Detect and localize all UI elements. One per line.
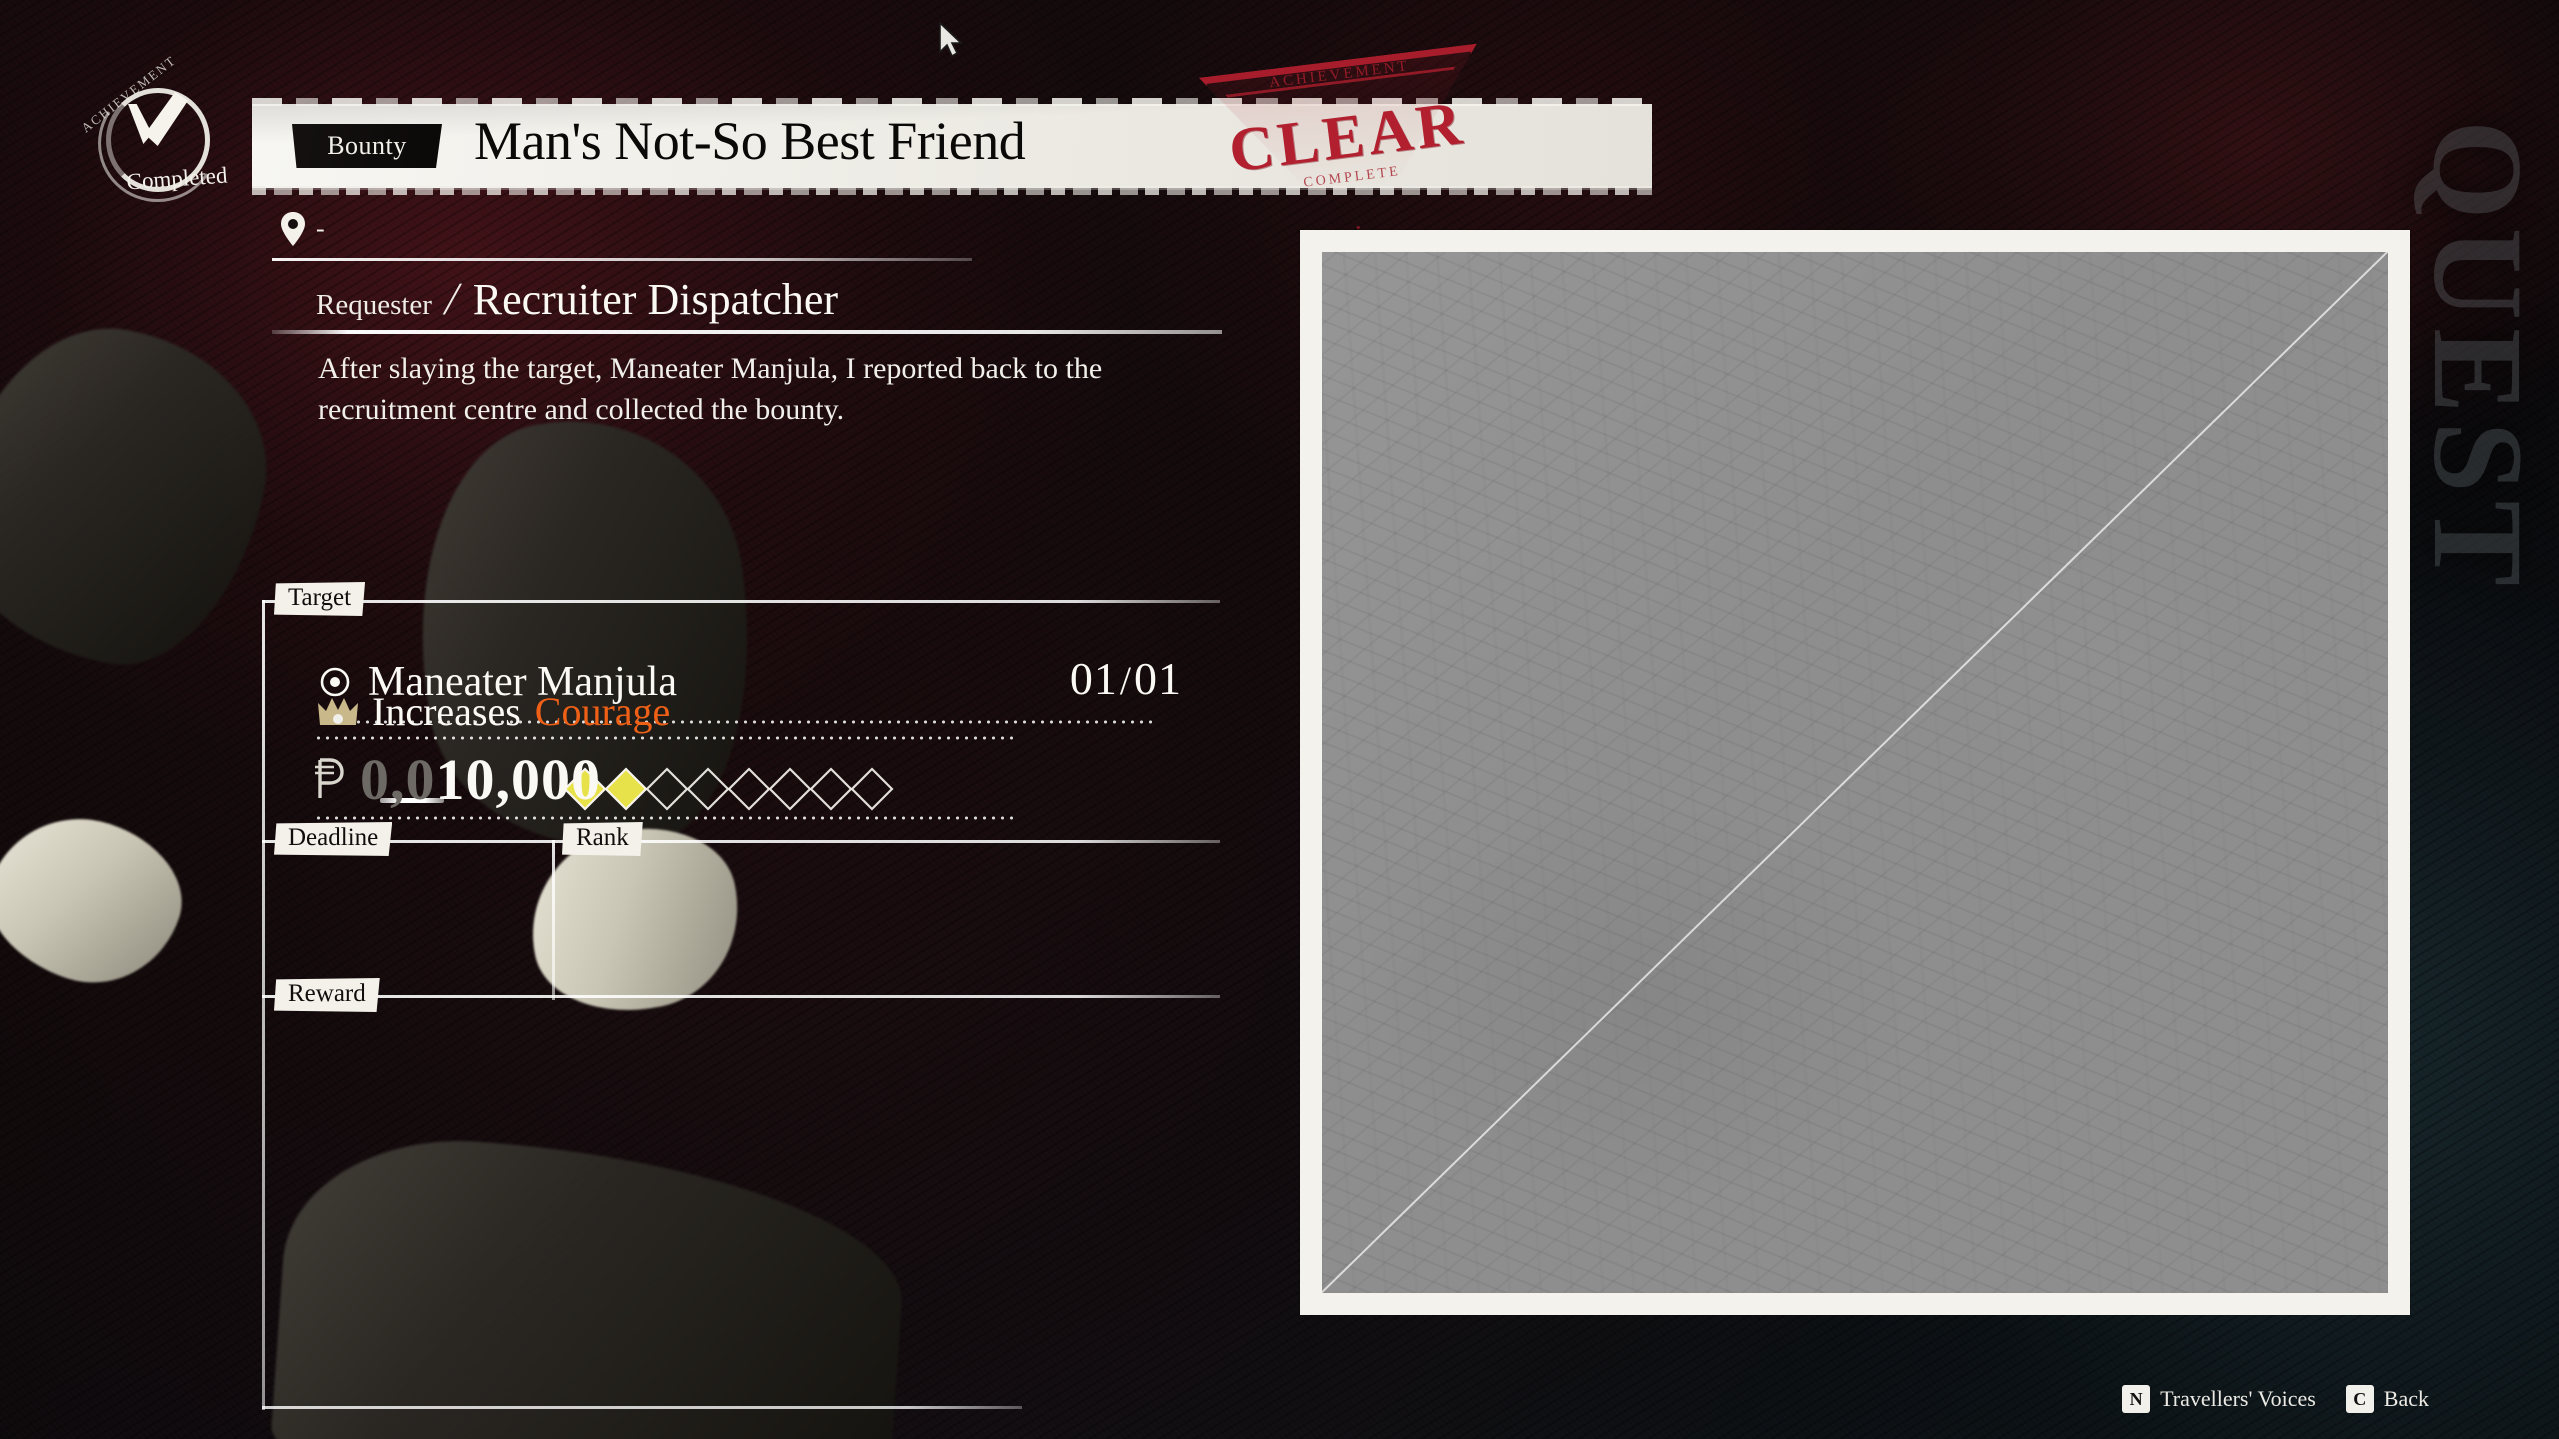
requester-divider bbox=[272, 330, 1222, 334]
hint-travellers-voices[interactable]: N Travellers' Voices bbox=[2122, 1385, 2316, 1413]
rank-diamond-empty bbox=[644, 766, 690, 812]
reward-currency-row: 0,010,000 bbox=[314, 746, 601, 813]
rank-diamond-empty bbox=[726, 766, 772, 812]
panel-top-border bbox=[262, 600, 1220, 603]
reward-amount-value: 10,000 bbox=[435, 747, 601, 812]
panel-mid-border bbox=[262, 995, 1220, 998]
background-boot-left bbox=[0, 302, 292, 688]
deadline-section-tag: Deadline bbox=[274, 822, 393, 856]
reward-stat-dotted-underline bbox=[314, 736, 1014, 740]
panel-target-bottom-border bbox=[262, 840, 1220, 843]
panel-bottom-border bbox=[262, 1406, 1022, 1409]
completed-stamp: ACHIEVEMENT Completed bbox=[78, 52, 229, 214]
reward-stat-name: Courage bbox=[534, 689, 671, 734]
crown-icon bbox=[318, 697, 358, 725]
reward-currency-dotted-underline bbox=[314, 816, 1014, 820]
page-title: Man's Not-So Best Friend bbox=[474, 111, 1026, 171]
clear-stamp-top-text: ACHIEVEMENT bbox=[1268, 58, 1411, 92]
quest-map[interactable] bbox=[1322, 252, 2388, 1293]
quest-map-frame[interactable] bbox=[1288, 220, 2422, 1325]
hint-label: Travellers' Voices bbox=[2160, 1386, 2316, 1411]
panel-left-border bbox=[262, 600, 265, 1410]
quest-header-bar: Bounty Man's Not-So Best Friend bbox=[252, 98, 1652, 195]
hint-key-n: N bbox=[2122, 1385, 2151, 1413]
requester-label: Requester bbox=[316, 289, 432, 321]
location-divider bbox=[272, 258, 972, 261]
mouse-cursor bbox=[939, 22, 963, 58]
quest-detail-screen: QUEST Bounty Man's Not-So Best Friend AC… bbox=[0, 0, 2559, 1439]
requester-separator: / bbox=[440, 273, 465, 324]
quest-type-badge: Bounty bbox=[292, 124, 442, 168]
rank-diamond-empty bbox=[685, 766, 731, 812]
map-diagonal-line bbox=[1322, 252, 2388, 1293]
panel-rank-divider bbox=[552, 840, 555, 1000]
reward-amount: 0,010,000 bbox=[360, 746, 601, 813]
requester-row: Requester / Recruiter Dispatcher bbox=[316, 272, 838, 325]
reward-stat-row: Increases Courage bbox=[318, 688, 670, 735]
target-section-tag: Target bbox=[274, 582, 366, 616]
hint-label: Back bbox=[2383, 1386, 2429, 1411]
bottom-hints: N Travellers' Voices C Back bbox=[2122, 1385, 2429, 1413]
quest-location-row: - bbox=[280, 212, 325, 246]
map-pin-icon bbox=[281, 212, 305, 246]
reward-amount-leading-zeros: 0,0 bbox=[360, 747, 436, 812]
quest-info-panel: Target Maneater Manjula 01/01 Deadline R… bbox=[262, 582, 1220, 1410]
background-boot-left-sole bbox=[0, 794, 201, 1006]
rank-diamond-empty bbox=[808, 766, 854, 812]
target-count-total: 01 bbox=[1134, 653, 1182, 704]
reward-stat-prefix: Increases bbox=[372, 689, 521, 734]
hint-key-c: C bbox=[2345, 1385, 2374, 1413]
target-count-separator: / bbox=[1119, 658, 1132, 703]
reward-section-tag: Reward bbox=[274, 978, 380, 1012]
target-count-current: 01 bbox=[1069, 653, 1118, 704]
quest-location-value: - bbox=[316, 214, 325, 243]
coin-icon bbox=[315, 757, 344, 798]
rank-diamond-empty bbox=[849, 766, 895, 812]
rank-section-tag: Rank bbox=[562, 822, 643, 856]
sidebar-quest-word: QUEST bbox=[2407, 120, 2549, 594]
rank-diamond-empty bbox=[767, 766, 813, 812]
hint-back[interactable]: C Back bbox=[2345, 1385, 2429, 1413]
rank-diamond-filled bbox=[603, 766, 649, 812]
rank-diamonds bbox=[562, 766, 894, 812]
quest-description: After slaying the target, Maneater Manju… bbox=[318, 352, 1103, 427]
requester-name: Recruiter Dispatcher bbox=[472, 275, 839, 324]
target-count: 01/01 bbox=[1070, 652, 1182, 705]
